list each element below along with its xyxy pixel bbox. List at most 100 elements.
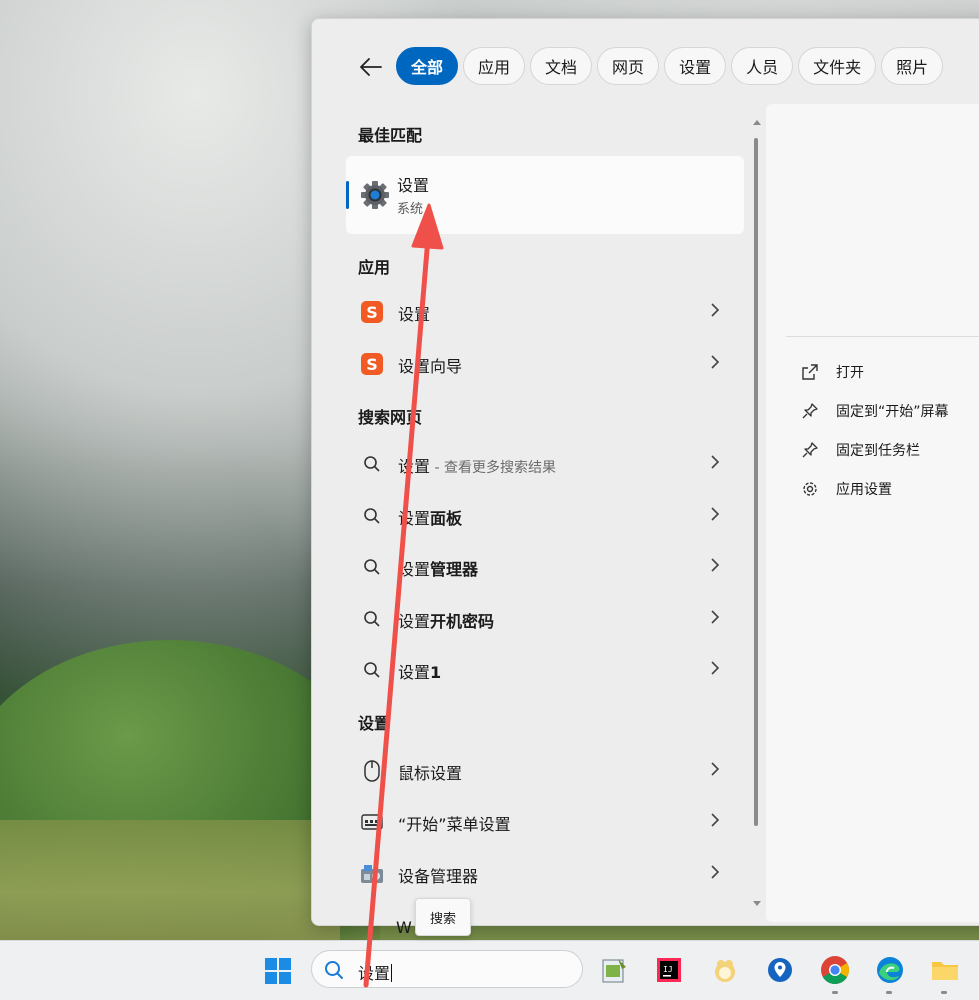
chevron-right-icon — [711, 610, 720, 624]
start-menu-settings-icon — [360, 810, 384, 834]
action-pin-start[interactable]: 固定到“开始”屏幕 — [800, 397, 949, 425]
taskbar-app-notepad[interactable] — [598, 954, 630, 986]
filter-tabs: 全部 应用 文档 网页 设置 人员 文件夹 照片 — [396, 47, 944, 85]
action-label: 应用设置 — [836, 482, 892, 498]
detail-divider — [786, 336, 979, 337]
app-item-label: 设置 — [398, 305, 431, 324]
action-app-settings[interactable]: 应用设置 — [800, 475, 892, 503]
chevron-right-icon — [711, 507, 720, 521]
web-item-label: 设置开机密码 — [398, 612, 495, 631]
filter-tab-photos[interactable]: 照片 — [881, 47, 944, 85]
action-label: 打开 — [836, 365, 864, 381]
svg-text:S: S — [366, 355, 378, 374]
chevron-right-icon — [711, 813, 720, 827]
chevron-right-icon — [711, 455, 720, 469]
intellij-icon: IJ — [657, 958, 681, 982]
search-icon — [360, 504, 384, 528]
settings-gear-icon — [360, 180, 390, 214]
windows-logo-icon — [265, 958, 291, 984]
taskbar-app-navicat[interactable] — [709, 954, 741, 986]
chevron-right-icon — [711, 661, 720, 675]
settings-item-device-manager[interactable]: 设备管理器 — [346, 850, 744, 896]
search-icon — [360, 607, 384, 631]
web-item-more-results[interactable]: 设置 - 查看更多搜索结果 — [346, 440, 744, 486]
settings-item-label: 鼠标设置 — [398, 764, 463, 783]
search-icon — [360, 555, 384, 579]
taskbar-app-chrome[interactable] — [819, 954, 851, 986]
search-icon — [360, 452, 384, 476]
chrome-icon — [821, 956, 849, 984]
section-best-match: 最佳匹配 — [358, 126, 423, 145]
taskbar-app-intellij[interactable]: IJ — [653, 954, 685, 986]
taskbar-running-indicator — [832, 991, 838, 994]
filter-tab-apps[interactable]: 应用 — [463, 47, 526, 85]
web-item-settings-1[interactable]: 设置1 — [346, 646, 744, 692]
search-tooltip: 搜索 — [415, 898, 471, 936]
settings-item-start-menu[interactable]: “开始”菜单设置 — [346, 798, 744, 844]
mouse-icon — [360, 759, 384, 783]
settings-item-label: “开始”菜单设置 — [398, 815, 511, 834]
action-open[interactable]: 打开 — [800, 358, 864, 386]
section-apps: 应用 — [358, 258, 391, 277]
web-item-panel[interactable]: 设置面板 — [346, 492, 744, 538]
search-input-value[interactable]: 设置 — [358, 960, 393, 984]
selection-indicator — [346, 181, 349, 209]
filter-tab-web[interactable]: 网页 — [597, 47, 660, 85]
folder-icon — [932, 962, 958, 980]
chevron-right-icon — [711, 558, 720, 572]
navicat-icon — [715, 960, 735, 982]
start-button[interactable] — [264, 957, 292, 985]
chevron-right-icon — [711, 303, 720, 317]
filter-tab-all[interactable]: 全部 — [396, 47, 459, 85]
web-item-manager[interactable]: 设置管理器 — [346, 543, 744, 589]
filter-tab-documents[interactable]: 文档 — [530, 47, 593, 85]
search-icon — [325, 961, 343, 979]
scrollbar-thumb[interactable] — [754, 138, 758, 826]
filter-tab-folders[interactable]: 文件夹 — [798, 47, 877, 85]
device-manager-icon — [360, 862, 384, 886]
back-button[interactable] — [356, 52, 386, 82]
gear-icon — [800, 479, 820, 499]
search-icon — [360, 658, 384, 682]
taskbar-app-file-explorer[interactable] — [929, 954, 961, 986]
taskbar-app-maps[interactable] — [764, 954, 796, 986]
action-label: 固定到任务栏 — [836, 443, 920, 459]
app-item-label: 设置向导 — [398, 357, 463, 376]
svg-text:S: S — [366, 303, 378, 322]
pin-icon — [800, 401, 820, 421]
web-item-label: 设置面板 — [398, 509, 463, 528]
action-pin-taskbar[interactable]: 固定到任务栏 — [800, 436, 920, 464]
app-item-settings[interactable]: S 设置 — [346, 288, 744, 334]
taskbar-search-box[interactable]: 设置 — [311, 950, 583, 988]
open-external-icon — [800, 362, 820, 382]
section-settings: 设置 — [358, 714, 391, 733]
taskbar-running-indicator — [886, 991, 892, 994]
settings-item-label: 设备管理器 — [398, 867, 479, 886]
notepad-icon — [602, 959, 626, 983]
taskbar-running-indicator — [941, 991, 947, 994]
edge-icon — [877, 957, 903, 983]
results-list: 最佳匹配 设置 系统 应用 S 设置 S 设置向导 搜索网页 设置 - 查看更多… — [342, 104, 748, 924]
web-item-label: 设置管理器 — [398, 560, 479, 579]
web-item-boot-password[interactable]: 设置开机密码 — [346, 595, 744, 641]
filter-tab-settings[interactable]: 设置 — [664, 47, 727, 85]
taskbar-app-edge[interactable] — [874, 954, 906, 986]
web-item-label: 设置 - 查看更多搜索结果 — [398, 457, 556, 476]
pin-icon — [800, 440, 820, 460]
sogou-icon: S — [360, 352, 384, 376]
web-item-label: 设置1 — [398, 663, 442, 682]
chevron-right-icon — [711, 865, 720, 879]
svg-text:IJ: IJ — [663, 965, 673, 974]
scroll-up-icon[interactable] — [752, 118, 762, 126]
arrow-left-icon — [360, 58, 382, 76]
chevron-right-icon — [711, 762, 720, 776]
filter-tab-people[interactable]: 人员 — [731, 47, 794, 85]
app-item-settings-wizard[interactable]: S 设置向导 — [346, 340, 744, 386]
scroll-down-icon[interactable] — [752, 900, 762, 908]
best-match-item[interactable]: 设置 系统 — [346, 156, 744, 234]
settings-item-mouse[interactable]: 鼠标设置 — [346, 747, 744, 793]
best-match-subtitle: 系统 — [397, 202, 424, 217]
sogou-icon: S — [360, 300, 384, 324]
chevron-right-icon — [711, 355, 720, 369]
action-label: 固定到“开始”屏幕 — [836, 404, 949, 420]
